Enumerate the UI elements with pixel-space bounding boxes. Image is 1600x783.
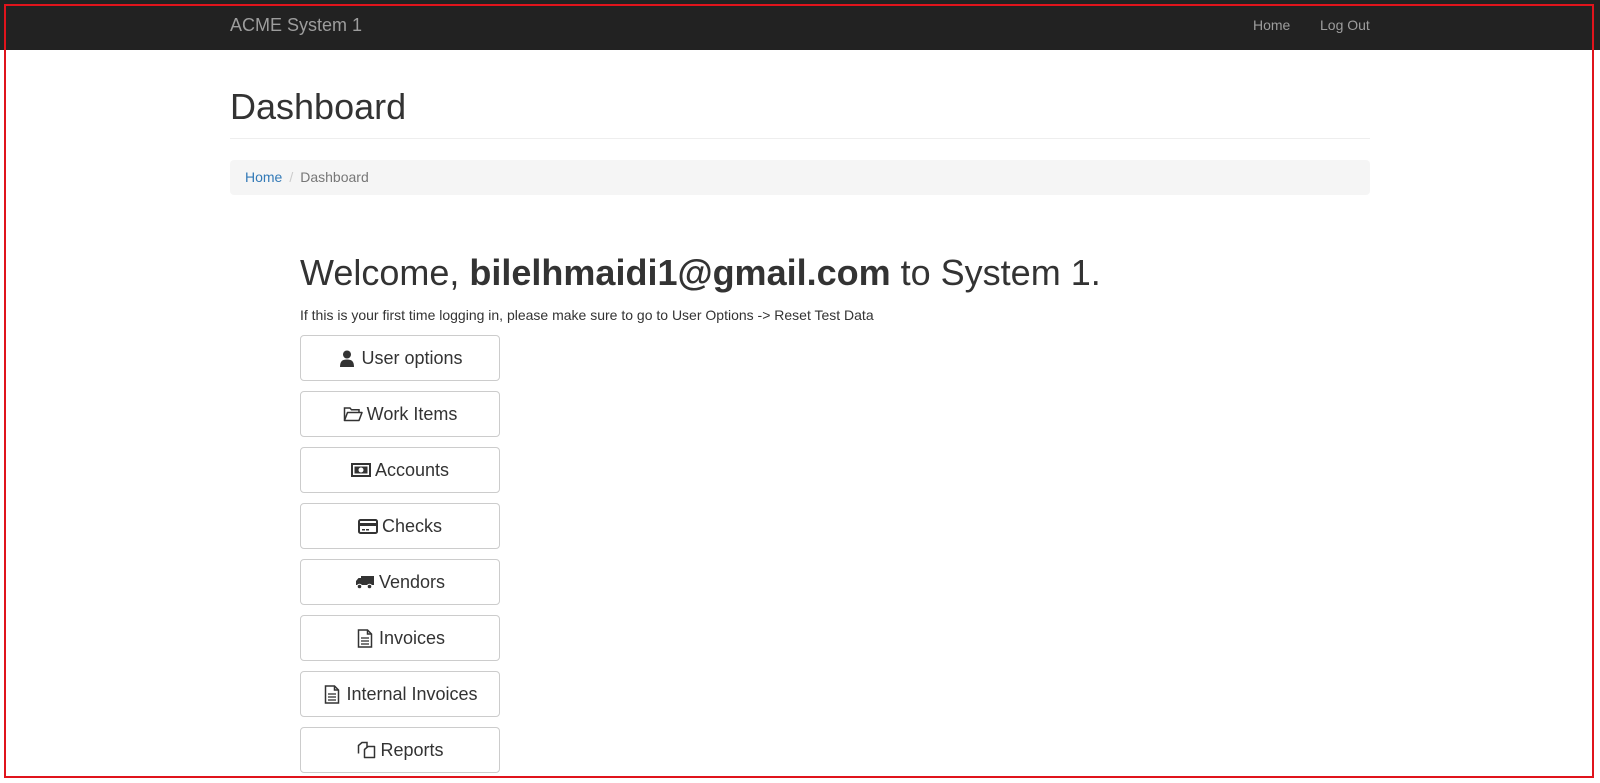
reports-label: Reports (380, 739, 444, 760)
work-items-button[interactable]: Work Items (300, 391, 500, 437)
user-options-button[interactable]: User options (300, 335, 500, 381)
reports-button[interactable]: Reports (300, 727, 500, 773)
accounts-label: Accounts (374, 459, 450, 480)
money-icon (350, 460, 371, 480)
title-divider (230, 138, 1370, 139)
invoices-button[interactable]: Invoices (300, 615, 500, 661)
copy-icon (356, 740, 376, 760)
welcome-heading: Welcome, bilelhmaidi1@gmail.com to Syste… (300, 252, 1101, 294)
dashboard-menu: User options Work Items Accounts Checks … (300, 335, 500, 783)
top-navbar: ACME System 1 Home Log Out (0, 0, 1600, 50)
user-icon (337, 348, 357, 368)
truck-icon (355, 572, 375, 592)
welcome-suffix: to System 1. (900, 252, 1101, 293)
internal-invoices-label: Internal Invoices (346, 683, 478, 704)
welcome-prefix: Welcome, (300, 252, 460, 293)
nav-logout-link[interactable]: Log Out (1320, 17, 1370, 33)
user-options-label: User options (361, 347, 463, 368)
breadcrumb: Home / Dashboard (230, 160, 1370, 195)
checks-label: Checks (381, 515, 443, 536)
invoices-label: Invoices (378, 627, 446, 648)
folder-open-icon (343, 404, 363, 424)
file-text-icon (355, 628, 375, 648)
breadcrumb-current: Dashboard (300, 169, 369, 185)
work-items-label: Work Items (366, 403, 458, 424)
vendors-label: Vendors (378, 571, 446, 592)
credit-card-icon (357, 516, 378, 536)
breadcrumb-home-link[interactable]: Home (245, 169, 282, 185)
nav-home-link[interactable]: Home (1253, 17, 1290, 33)
file-text-icon (322, 684, 342, 704)
accounts-button[interactable]: Accounts (300, 447, 500, 493)
vendors-button[interactable]: Vendors (300, 559, 500, 605)
checks-button[interactable]: Checks (300, 503, 500, 549)
page-title: Dashboard (230, 86, 407, 127)
brand-link[interactable]: ACME System 1 (230, 15, 362, 36)
internal-invoices-button[interactable]: Internal Invoices (300, 671, 500, 717)
first-login-hint: If this is your first time logging in, p… (300, 307, 874, 323)
breadcrumb-separator: / (289, 169, 294, 185)
welcome-user-email: bilelhmaidi1@gmail.com (469, 252, 891, 293)
